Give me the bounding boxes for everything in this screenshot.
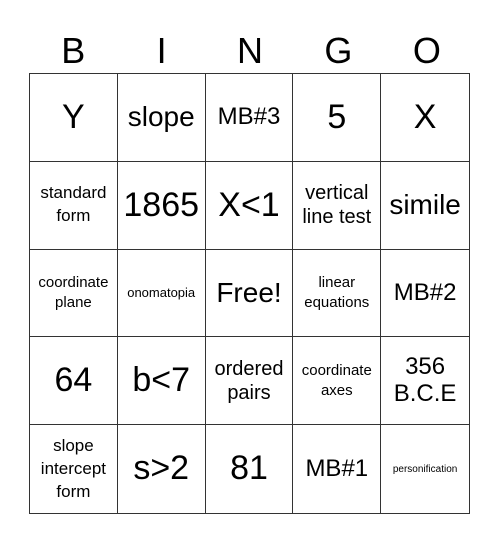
bingo-cell[interactable]: MB#3: [205, 74, 294, 162]
bingo-cell[interactable]: vertical line test: [293, 161, 382, 250]
bingo-cell[interactable]: slope: [117, 74, 206, 162]
bingo-cell[interactable]: Y: [30, 74, 118, 162]
bingo-cell[interactable]: MB#1: [293, 425, 382, 513]
bingo-cell[interactable]: 1865: [117, 161, 206, 250]
bingo-cell[interactable]: 5: [293, 74, 382, 162]
bingo-cell[interactable]: s>2: [118, 425, 206, 513]
bingo-cell[interactable]: X<1: [205, 161, 294, 250]
bingo-header: B I N G O: [29, 30, 471, 72]
bingo-cell[interactable]: 81: [206, 425, 294, 513]
bingo-cell[interactable]: onomatopia: [117, 249, 206, 338]
bingo-cell[interactable]: MB#2: [381, 250, 469, 338]
bingo-cell[interactable]: X: [381, 74, 469, 162]
header-letter-b: B: [61, 30, 86, 71]
header-letter-n: N: [237, 30, 264, 71]
bingo-cell[interactable]: personification: [381, 425, 469, 513]
bingo-cell[interactable]: 64: [30, 337, 118, 426]
bingo-cell[interactable]: ordered pairs: [205, 337, 294, 426]
header-letter-g: G: [324, 30, 353, 71]
bingo-cell[interactable]: simile: [381, 162, 469, 250]
bingo-cell[interactable]: b<7: [117, 337, 206, 426]
bingo-cell[interactable]: coordinate plane: [30, 249, 118, 338]
bingo-card-grid: Y slope MB#3 5 X standard form 1865 X<1 …: [29, 73, 470, 514]
header-letter-o: O: [412, 30, 441, 71]
bingo-cell[interactable]: linear equations: [293, 249, 382, 338]
bingo-cell[interactable]: slope intercept form: [30, 425, 118, 513]
free-space-cell[interactable]: Free!: [205, 249, 294, 338]
header-letter-i: I: [156, 30, 167, 71]
bingo-cell[interactable]: coordinate axes: [293, 337, 382, 426]
bingo-cell[interactable]: standard form: [30, 161, 118, 250]
bingo-cell[interactable]: 356 B.C.E: [381, 337, 469, 426]
